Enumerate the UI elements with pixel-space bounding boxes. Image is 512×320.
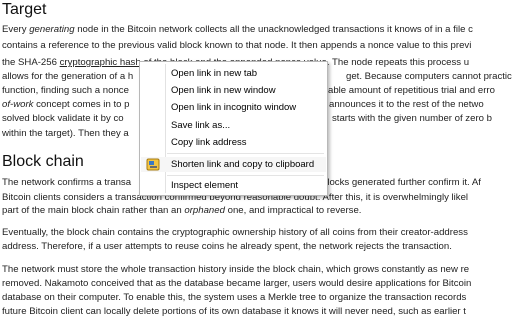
paragraph-line: address. Therefore, if a user attempts t… <box>2 241 452 252</box>
menu-item-shorten-link[interactable]: Shorten link and copy to clipboard <box>141 157 326 172</box>
paragraph-line: contains a reference to the previous val… <box>2 40 472 51</box>
menu-item-label: Shorten link and copy to clipboard <box>171 159 315 170</box>
context-menu: Open link in new tab Open link in new wi… <box>139 61 328 196</box>
menu-item-open-new-window[interactable]: Open link in new window <box>141 83 326 98</box>
menu-item-copy-link-address[interactable]: Copy link address <box>141 135 326 150</box>
cryptographic-hash-link[interactable]: cryptographic hash <box>60 57 141 68</box>
paragraph-line: future Bitcoin client can locally delete… <box>2 306 466 317</box>
sha256-link[interactable]: SHA-256 <box>18 57 57 68</box>
menu-separator <box>167 175 324 176</box>
paragraph-line: The network must store the whole transac… <box>2 264 470 275</box>
paragraph-line: Every generating node in the Bitcoin net… <box>2 24 473 35</box>
paragraph-line: of-work concept comes in to p announces i… <box>2 99 484 110</box>
paragraph-line: database on their computer. To enable th… <box>2 292 467 303</box>
paragraph-line: function, finding such a nonce able amoun… <box>2 85 495 96</box>
paragraph-line: allows for the generation of a h get. Bec… <box>2 71 512 82</box>
menu-item-open-incognito[interactable]: Open link in incognito window <box>141 100 326 115</box>
section-heading-target: Target <box>2 1 47 18</box>
paragraph-line: Eventually, the block chain contains the… <box>2 227 468 238</box>
paragraph-line: The network confirms a transa blocks gene… <box>2 177 481 188</box>
merkle-tree-link[interactable]: Merkle tree <box>268 292 316 303</box>
section-heading-block-chain: Block chain <box>2 153 84 170</box>
paragraph-line: removed. Nakamoto conceived that as the … <box>2 278 472 289</box>
menu-separator <box>167 153 324 154</box>
trial-and-error-link[interactable]: repetitious trial and erro <box>394 85 495 96</box>
paragraph-line: part of the main block chain rather than… <box>2 205 362 216</box>
nonce-link[interactable]: nonce <box>368 40 394 51</box>
menu-item-inspect-element[interactable]: Inspect element <box>141 178 326 193</box>
extension-icon <box>146 158 160 171</box>
menu-item-save-link-as[interactable]: Save link as... <box>141 118 326 133</box>
menu-item-open-new-tab[interactable]: Open link in new tab <box>141 66 326 81</box>
paragraph-line: within the target). Then they a <box>2 128 129 139</box>
paragraph-line: solved block validate it by co starts wit… <box>2 113 492 124</box>
